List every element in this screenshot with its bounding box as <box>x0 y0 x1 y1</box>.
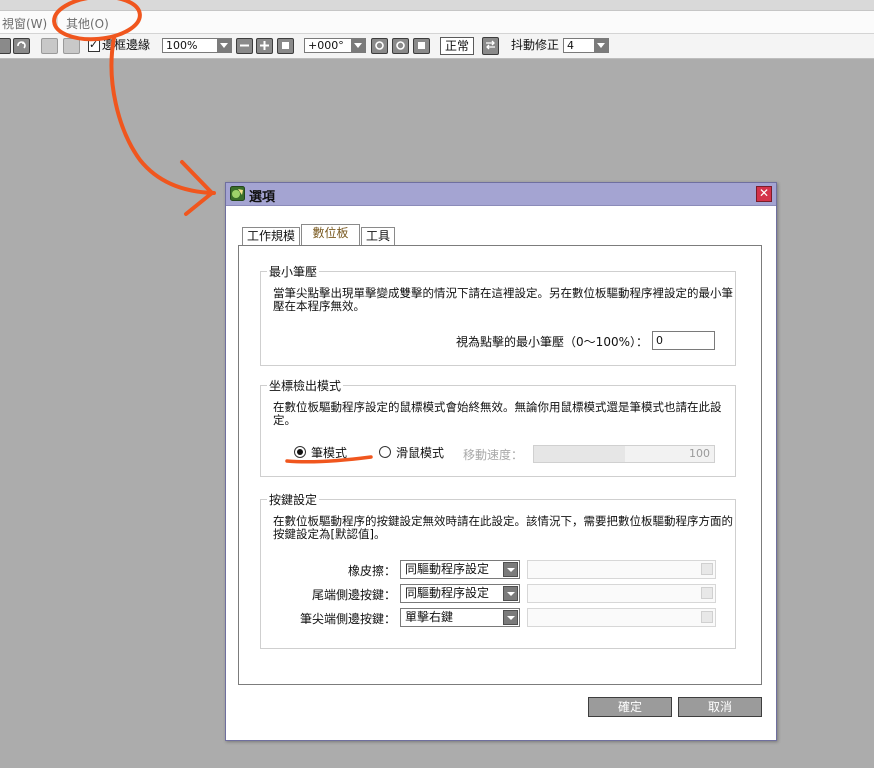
stabilizer-value: 4 <box>567 39 574 52</box>
stabilizer-label: 抖動修正 <box>511 38 560 52</box>
tail-side-button-value: 同驅動程序設定 <box>405 586 490 600</box>
coordinate-mode-group: 坐標檢出模式 在數位板驅動程序設定的鼠標模式會始終無效。無論你用鼠標模式還是筆模… <box>260 377 736 477</box>
zoom-out-icon[interactable] <box>236 38 253 54</box>
tip-side-extra-field <box>527 608 716 627</box>
annotation-arrow-head <box>180 160 214 216</box>
move-speed-slider[interactable]: 100 <box>533 445 715 463</box>
menu-bar: 視窗(W) | 其他(O) <box>0 11 874 34</box>
menu-separator: | <box>55 15 60 29</box>
app-icon <box>230 186 245 201</box>
eraser-combo[interactable]: 同驅動程序設定 <box>400 560 520 579</box>
tab-work-scale[interactable]: 工作規模 <box>242 227 300 245</box>
rotation-value: +000° <box>308 39 344 52</box>
zoom-reset-icon[interactable] <box>277 38 294 54</box>
group-title: 按鍵設定 <box>267 491 320 508</box>
eraser-value: 同驅動程序設定 <box>405 562 490 576</box>
dialog-titlebar[interactable]: 選項 <box>226 183 776 206</box>
chevron-down-icon <box>503 562 518 577</box>
tip-side-button-label: 筆尖端側邊按鍵： <box>299 612 396 626</box>
group-description: 當筆尖點擊出現單擊變成雙擊的情況下請在這裡設定。另在數位板驅動程序裡設定的最小筆… <box>273 286 733 313</box>
chevron-down-icon <box>503 586 518 601</box>
disabled-mini-button <box>701 587 713 599</box>
rotation-combo[interactable]: +000° <box>304 38 366 53</box>
dialog-title: 選項 <box>249 190 276 205</box>
tail-side-button-label: 尾端側邊按鍵： <box>311 588 396 602</box>
min-pressure-label: 視為點擊的最小筆壓（0〜100%）： <box>456 335 648 349</box>
min-pressure-value: 0 <box>656 334 663 347</box>
tail-side-button-combo[interactable]: 同驅動程序設定 <box>400 584 520 603</box>
pen-mode-radio[interactable] <box>294 446 306 458</box>
chevron-down-icon <box>594 39 608 52</box>
rotate-left-icon[interactable] <box>371 38 388 54</box>
eraser-extra-field <box>527 560 716 579</box>
tip-side-button-value: 單擊右鍵 <box>405 610 454 624</box>
edge-checkbox[interactable] <box>88 38 100 52</box>
chevron-down-icon <box>503 610 518 625</box>
toolbar: 邊框邊緣 100% +000° 正常 抖動修正 4 <box>0 34 874 59</box>
flip-icon[interactable] <box>482 37 499 55</box>
zoom-value: 100% <box>166 39 198 52</box>
tab-panel-tablet: 最小筆壓 當筆尖點擊出現單擊變成雙擊的情況下請在這裡設定。另在數位板驅動程序裡設… <box>238 245 762 685</box>
annotation-arrow-shaft <box>109 36 216 195</box>
select-tool-icon[interactable] <box>41 38 58 54</box>
chevron-down-icon <box>351 39 365 52</box>
move-speed-label: 移動速度： <box>463 448 524 462</box>
menu-window[interactable]: 視窗(W) <box>2 15 47 32</box>
tab-tools[interactable]: 工具 <box>361 227 395 245</box>
normal-view-button[interactable]: 正常 <box>440 37 475 55</box>
zoom-in-icon[interactable] <box>256 38 273 54</box>
menu-other[interactable]: 其他(O) <box>66 15 109 32</box>
button-settings-group: 按鍵設定 在數位板驅動程序的按鍵設定無效時請在此設定。該情況下，需要把數位板驅動… <box>260 491 736 649</box>
eraser-label: 橡皮擦： <box>347 564 396 578</box>
group-description: 在數位板驅動程序的按鍵設定無效時請在此設定。該情況下，需要把數位板驅動程序方面的… <box>273 514 733 541</box>
cancel-button[interactable]: 取消 <box>678 697 762 717</box>
group-title: 最小筆壓 <box>267 263 320 280</box>
window-top-strip <box>0 0 874 11</box>
min-pressure-group: 最小筆壓 當筆尖點擊出現單擊變成雙擊的情況下請在這裡設定。另在數位板驅動程序裡設… <box>260 263 736 366</box>
edge-checkbox-label: 邊框邊緣 <box>102 38 151 52</box>
toolbar-partial-button[interactable] <box>0 38 11 54</box>
redo-icon[interactable] <box>13 38 30 54</box>
close-icon[interactable] <box>756 186 772 202</box>
stabilizer-combo[interactable]: 4 <box>563 38 609 53</box>
tail-side-extra-field <box>527 584 716 603</box>
ok-button[interactable]: 確定 <box>588 697 672 717</box>
rotate-right-icon[interactable] <box>392 38 409 54</box>
mouse-mode-radio[interactable] <box>379 446 391 458</box>
move-speed-value: 100 <box>689 447 710 460</box>
group-title: 坐標檢出模式 <box>267 377 344 394</box>
move-speed-fill <box>534 446 625 462</box>
min-pressure-input[interactable]: 0 <box>652 331 715 350</box>
zoom-combo[interactable]: 100% <box>162 38 232 53</box>
tab-tablet[interactable]: 數位板 <box>301 224 360 245</box>
layer-tool-icon[interactable] <box>63 38 80 54</box>
disabled-mini-button <box>701 611 713 623</box>
chevron-down-icon <box>217 39 231 52</box>
options-dialog: 選項 工作規模 數位板 工具 最小筆壓 當筆尖點擊出現單擊變成雙擊的情況下請在這… <box>225 182 777 741</box>
mouse-mode-label: 滑鼠模式 <box>396 446 445 460</box>
pen-mode-label: 筆模式 <box>311 446 348 460</box>
tip-side-button-combo[interactable]: 單擊右鍵 <box>400 608 520 627</box>
group-description: 在數位板驅動程序設定的鼠標模式會始終無效。無論你用鼠標模式還是筆模式也請在此設定… <box>273 400 722 427</box>
rotation-reset-icon[interactable] <box>413 38 430 54</box>
disabled-mini-button <box>701 563 713 575</box>
